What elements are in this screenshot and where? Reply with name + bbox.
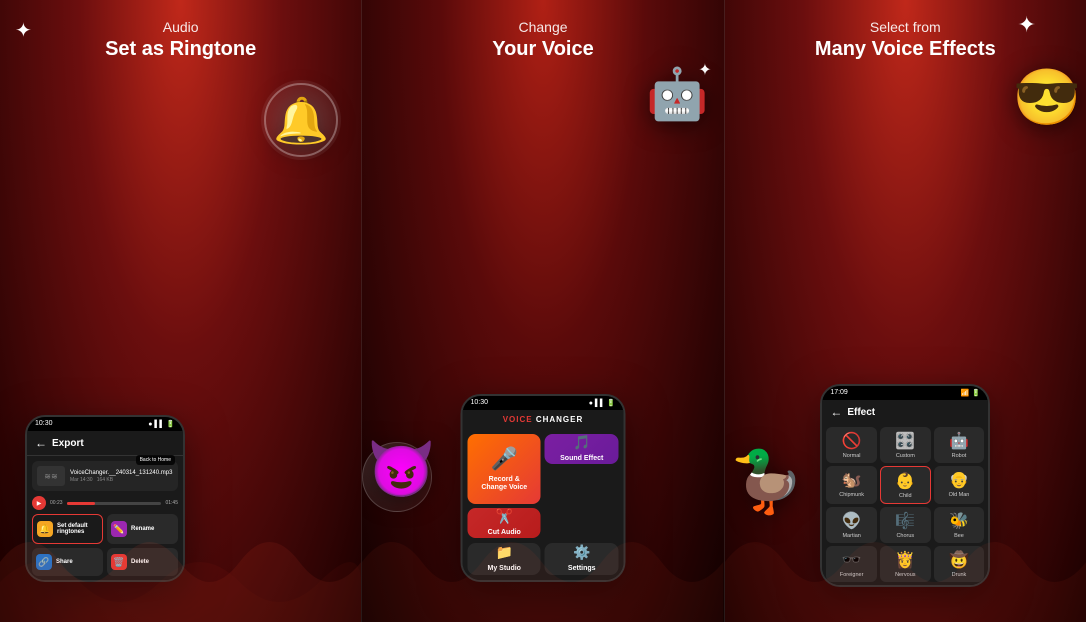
panel3-title-block: Select from Many Voice Effects bbox=[815, 18, 996, 62]
panel2-subtitle: Change bbox=[492, 18, 594, 36]
effect-item-custom[interactable]: 🎛️ Custom bbox=[880, 427, 931, 463]
file-name: VoiceChanger.__240314_131240.mp3 bbox=[70, 470, 173, 476]
effect-item-normal[interactable]: 🚫 Normal bbox=[826, 427, 877, 463]
back-arrow-effect[interactable]: ← bbox=[830, 405, 842, 419]
export-header: ← Export Back to Home bbox=[27, 431, 183, 456]
effect-label-Robot: Robot bbox=[952, 453, 967, 459]
effect-emoji-Child: 👶 bbox=[895, 471, 915, 491]
sound-effect-button[interactable]: 🎵 Sound Effect bbox=[545, 434, 619, 464]
status-icons-3: 📶 🔋 bbox=[961, 389, 980, 397]
sparkle-icon-3: ✦ bbox=[1018, 12, 1036, 38]
panel2-main-title: Your Voice bbox=[492, 36, 594, 62]
panel3-main-title: Many Voice Effects bbox=[815, 36, 996, 62]
effect-emoji-Old Man: 👴 bbox=[949, 470, 969, 490]
file-item[interactable]: ≋≋ VoiceChanger.__240314_131240.mp3 Mar … bbox=[32, 461, 178, 491]
effect-emoji-Robot: 🤖 bbox=[949, 431, 969, 451]
wave-decoration bbox=[0, 502, 361, 622]
effect-title: Effect bbox=[847, 407, 875, 418]
effect-item-old-man[interactable]: 👴 Old Man bbox=[934, 466, 985, 504]
effect-item-child[interactable]: 👶 Child bbox=[880, 466, 931, 504]
back-arrow-icon[interactable]: ← bbox=[35, 436, 47, 450]
effect-label-Custom: Custom bbox=[896, 453, 915, 459]
panel-voice-effects: ✦ Select from Many Voice Effects 😎 17:09… bbox=[725, 0, 1086, 622]
status-icons: ● ▌▌ 🔋 bbox=[148, 420, 175, 428]
duck-emoji-icon: 🦆 bbox=[730, 446, 805, 517]
panel1-subtitle: Audio bbox=[105, 18, 256, 36]
sparkle-icon: ✦ bbox=[15, 18, 32, 43]
record-change-voice-button[interactable]: 🎤 Record &Change Voice bbox=[467, 434, 541, 504]
file-meta: Mar 14:30 164 KB bbox=[70, 477, 173, 483]
cool-emoji-icon: 😎 bbox=[1013, 65, 1081, 130]
effect-emoji-Normal: 🚫 bbox=[842, 431, 862, 451]
effect-header: ← Effect bbox=[822, 400, 988, 424]
bell-icon: 🔔 bbox=[261, 80, 341, 160]
back-to-home-tag: Back to Home bbox=[136, 455, 175, 465]
vc-header: VOICE CHANGER bbox=[462, 410, 623, 429]
wave-decoration-3 bbox=[725, 502, 1086, 622]
status-bar-3: 17:09 📶 🔋 bbox=[822, 386, 988, 400]
vc-logo: VOICE CHANGER bbox=[503, 415, 584, 424]
panel3-subtitle: Select from bbox=[815, 18, 996, 36]
panel-audio-ringtone: ✦ Audio Set as Ringtone 🔔 10:30 ● ▌▌ 🔋 ←… bbox=[0, 0, 361, 622]
export-title: Export bbox=[52, 438, 84, 449]
robot-icon: 🤖 bbox=[646, 65, 708, 124]
wave-decoration-2 bbox=[362, 502, 723, 622]
status-time-2: 10:30 bbox=[470, 399, 488, 407]
panel1-title-block: Audio Set as Ringtone bbox=[105, 18, 256, 62]
effect-label-Old Man: Old Man bbox=[949, 492, 970, 498]
effect-emoji-Custom: 🎛️ bbox=[895, 431, 915, 451]
sound-effect-label: Sound Effect bbox=[560, 455, 603, 463]
status-bar-2: 10:30 ● ▌▌ 🔋 bbox=[462, 396, 623, 410]
effect-item-robot[interactable]: 🤖 Robot bbox=[934, 427, 985, 463]
effect-label-Child: Child bbox=[899, 493, 912, 499]
file-thumbnail: ≋≋ bbox=[37, 466, 65, 486]
effect-label-Chipmunk: Chipmunk bbox=[839, 492, 864, 498]
evil-emoji-icon: 😈 bbox=[367, 437, 435, 502]
status-bar: 10:30 ● ▌▌ 🔋 bbox=[27, 417, 183, 431]
panel-change-voice: Change Your Voice 🤖 ✦ 10:30 ● ▌▌ 🔋 VOICE… bbox=[361, 0, 724, 622]
record-change-label: Record &Change Voice bbox=[481, 476, 527, 493]
status-time: 10:30 bbox=[35, 420, 53, 428]
status-time-3: 17:09 bbox=[830, 389, 848, 397]
status-icons-2: ● ▌▌ 🔋 bbox=[589, 399, 616, 407]
effect-label-Normal: Normal bbox=[843, 453, 861, 459]
microphone-icon: 🎤 bbox=[491, 446, 518, 472]
panel2-title-block: Change Your Voice bbox=[492, 18, 594, 62]
effect-emoji-Chipmunk: 🐿️ bbox=[842, 470, 862, 490]
effect-item-chipmunk[interactable]: 🐿️ Chipmunk bbox=[826, 466, 877, 504]
music-note-icon: 🎵 bbox=[573, 434, 590, 451]
panel1-main-title: Set as Ringtone bbox=[105, 36, 256, 62]
file-info: VoiceChanger.__240314_131240.mp3 Mar 14:… bbox=[70, 470, 173, 483]
